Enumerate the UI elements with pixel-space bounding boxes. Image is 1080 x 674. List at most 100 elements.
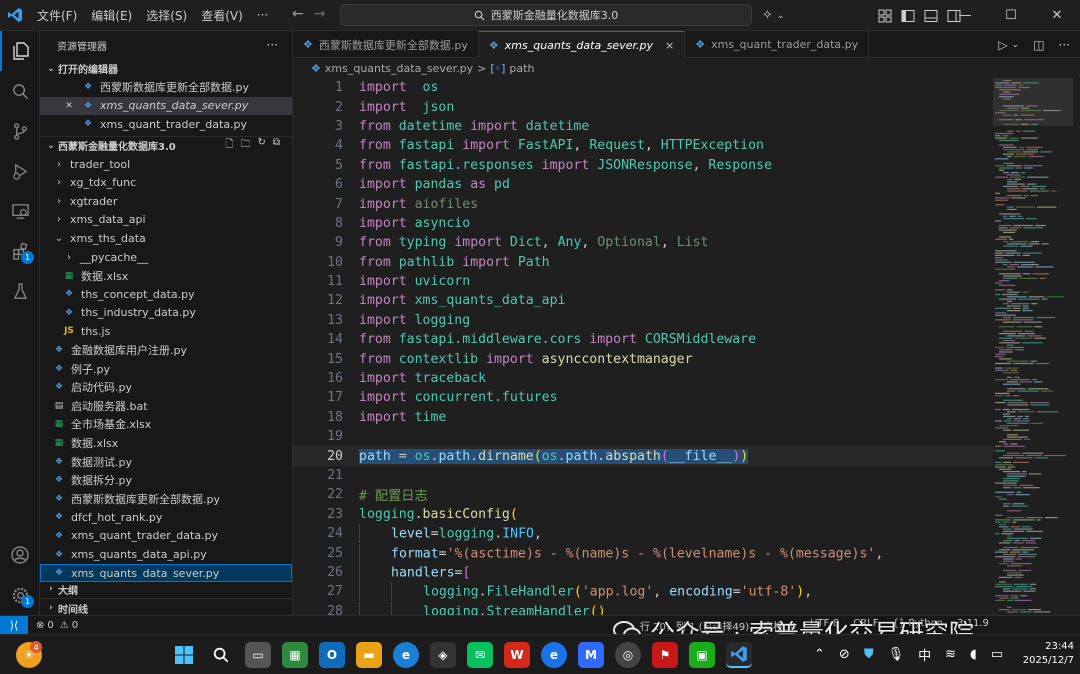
run-debug-activity[interactable]: [0, 151, 40, 191]
code-line[interactable]: 18 import time: [293, 408, 993, 427]
tree-folder[interactable]: › trader_tool: [40, 155, 292, 174]
forward-arrow-icon[interactable]: →: [314, 6, 326, 22]
app-cube-icon[interactable]: ◈: [430, 642, 456, 668]
toggle-panel-icon[interactable]: [924, 9, 938, 23]
search-activity[interactable]: [0, 71, 40, 111]
volume-icon[interactable]: ◖: [970, 647, 977, 662]
remote-indicator[interactable]: ⟩⟨: [0, 615, 28, 635]
code-line[interactable]: 26 handlers=[: [293, 562, 993, 582]
minimap[interactable]: [993, 78, 1073, 615]
tree-file[interactable]: ❖ 启动代码.py: [40, 378, 292, 397]
code-line[interactable]: 23 logging.basicConfig(: [293, 505, 993, 524]
start-button[interactable]: [171, 642, 197, 668]
code-line[interactable]: 10 from pathlib import Path: [293, 253, 993, 272]
menu-more[interactable]: ···: [250, 8, 275, 22]
code-line[interactable]: 6 import pandas as pd: [293, 175, 993, 194]
file-explorer-icon[interactable]: ▬: [356, 642, 382, 668]
obs-icon[interactable]: ◎: [615, 642, 641, 668]
copilot-icon[interactable]: ✧: [762, 8, 773, 23]
outline-section[interactable]: › 大纲: [40, 579, 292, 598]
code-line[interactable]: 20 path = os.path.dirname(os.path.abspath…: [293, 446, 993, 466]
code-line[interactable]: 15 from contextlib import asynccontextman…: [293, 349, 993, 368]
wifi-icon[interactable]: ≋: [945, 647, 956, 662]
warnings-icon[interactable]: ⚠: [60, 620, 69, 631]
close-icon[interactable]: ✕: [62, 99, 76, 113]
tree-file[interactable]: ▤ 启动服务器.bat: [40, 397, 292, 416]
maximize-button[interactable]: ☐: [988, 0, 1034, 31]
breadcrumb-symbol[interactable]: path: [509, 62, 534, 75]
remote-explorer-activity[interactable]: [0, 191, 40, 231]
menu-edit[interactable]: 编辑(E): [84, 7, 139, 24]
code-line[interactable]: 7 import aiofiles: [293, 194, 993, 213]
code-line[interactable]: 12 import xms_quants_data_api: [293, 291, 993, 310]
app-red-icon[interactable]: ⚑: [652, 642, 678, 668]
open-editor-item[interactable]: ✕ ❖ xms_quants_data_sever.py: [40, 96, 292, 116]
explorer-activity[interactable]: [0, 31, 40, 71]
tree-file[interactable]: ▦ 数据.xlsx: [40, 266, 292, 285]
tab-data-sever[interactable]: ❖ xms_quants_data_sever.py ×: [478, 31, 686, 58]
security-shield-icon[interactable]: ⛊: [864, 647, 874, 662]
vscode-taskbar-icon[interactable]: [726, 642, 752, 668]
timeline-section[interactable]: › 时间线: [40, 598, 292, 615]
new-folder-icon[interactable]: 🗀: [240, 137, 250, 154]
wps-icon[interactable]: W: [504, 642, 530, 668]
tree-file[interactable]: ❖ dfcf_hot_rank.py: [40, 508, 292, 527]
customize-layout-icon[interactable]: [878, 9, 892, 23]
split-editor-icon[interactable]: ◫: [1033, 38, 1044, 52]
tree-file[interactable]: ❖ 数据拆分.py: [40, 471, 292, 490]
minimap-viewport[interactable]: [993, 78, 1073, 126]
task-view-icon[interactable]: ▭: [245, 642, 271, 668]
chevron-up-icon[interactable]: ⌃: [814, 647, 825, 662]
close-window-button[interactable]: ✕: [1034, 0, 1080, 31]
tree-file[interactable]: ▦ 全市场基金.xlsx: [40, 415, 292, 434]
code-line[interactable]: 13 import logging: [293, 311, 993, 330]
microphone-icon[interactable]: 🎙: [888, 647, 905, 662]
code-line[interactable]: 17 import concurrent.futures: [293, 388, 993, 407]
wechat-app-icon[interactable]: ✉: [467, 642, 493, 668]
battery-icon[interactable]: ▭: [991, 647, 1003, 662]
tree-file[interactable]: ❖ xms_quants_data_api.py: [40, 545, 292, 564]
browser-icon[interactable]: e: [541, 642, 567, 668]
open-editor-item[interactable]: ❖ 西蒙斯数据库更新全部数据.py: [40, 78, 292, 97]
tree-file[interactable]: ❖ xms_quant_trader_data.py: [40, 527, 292, 546]
code-line[interactable]: 5 from fastapi.responses import JSONRespo…: [293, 156, 993, 175]
tree-file[interactable]: ❖ 例子.py: [40, 359, 292, 378]
code-line[interactable]: 9 from typing import Dict, Any, Optional,…: [293, 233, 993, 252]
app-m-icon[interactable]: M: [578, 642, 604, 668]
tree-file[interactable]: ❖ 数据测试.py: [40, 452, 292, 471]
code-line[interactable]: 11 import uvicorn: [293, 272, 993, 291]
close-icon[interactable]: [62, 80, 76, 94]
extensions-activity[interactable]: 1: [0, 231, 40, 271]
more-actions-icon[interactable]: ···: [1059, 38, 1070, 52]
errors-icon[interactable]: ⊗: [36, 620, 44, 631]
code-line[interactable]: 24 level=logging.INFO,: [293, 524, 993, 544]
tree-file[interactable]: JS ths.js: [40, 322, 292, 341]
code-line[interactable]: 21: [293, 466, 993, 485]
chevron-down-icon[interactable]: ⌄: [1012, 40, 1020, 50]
tree-folder[interactable]: › xg_tdx_func: [40, 173, 292, 192]
back-arrow-icon[interactable]: ←: [292, 6, 304, 22]
taskbar-search[interactable]: [208, 642, 234, 668]
code-line[interactable]: 25 format='%(asctime)s - %(name)s - %(lev…: [293, 543, 993, 563]
code-line[interactable]: 3 from datetime import datetime: [293, 117, 993, 136]
new-file-icon[interactable]: 🗋: [225, 137, 233, 154]
code-line[interactable]: 14 from fastapi.middleware.cors import CO…: [293, 330, 993, 349]
code-line[interactable]: 19: [293, 427, 993, 446]
chevron-down-icon[interactable]: ⌄: [777, 11, 785, 21]
edge-icon[interactable]: e: [393, 642, 419, 668]
code-line[interactable]: 4 from fastapi import FastAPI, Request, H…: [293, 136, 993, 155]
code-line[interactable]: 22 # 配置日志: [293, 485, 993, 504]
close-icon[interactable]: ×: [665, 39, 674, 52]
toggle-primary-sidebar-icon[interactable]: [901, 9, 915, 23]
tree-folder[interactable]: › xgtrader: [40, 192, 292, 211]
tab-update-all[interactable]: ❖ 西蒙斯数据库更新全部数据.py: [293, 31, 479, 58]
menu-selection[interactable]: 选择(S): [139, 7, 194, 24]
tree-file[interactable]: ▦ 数据.xlsx: [40, 434, 292, 453]
refresh-icon[interactable]: ↻: [257, 137, 265, 154]
clock[interactable]: 23:44 2025/12/7: [1012, 640, 1074, 668]
tree-file[interactable]: ❖ 金融数据库用户注册.py: [40, 341, 292, 360]
outlook-icon[interactable]: O: [319, 642, 345, 668]
tree-file[interactable]: ❖ 西蒙斯数据库更新全部数据.py: [40, 489, 292, 508]
app-green-icon[interactable]: ▣: [689, 642, 715, 668]
minimize-button[interactable]: —: [942, 0, 988, 31]
